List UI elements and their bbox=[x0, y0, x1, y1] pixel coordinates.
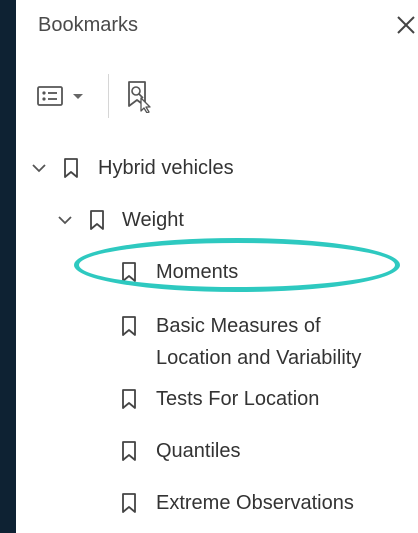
bookmark-item-weight[interactable]: Weight bbox=[54, 202, 184, 238]
bookmark-label: Moments bbox=[156, 260, 239, 283]
bookmark-item-extreme-observations[interactable]: Extreme Observations bbox=[120, 485, 354, 521]
bookmark-icon bbox=[90, 210, 104, 230]
bookmark-label-line-1: Basic Measures of bbox=[156, 315, 321, 337]
bookmark-item-basic-measures[interactable]: Basic Measures of Location and Variabili… bbox=[120, 310, 361, 374]
list-options-icon bbox=[37, 86, 63, 106]
bookmark-icon bbox=[122, 389, 136, 409]
chevron-down-icon[interactable] bbox=[54, 209, 76, 231]
find-bookmark-icon bbox=[128, 81, 151, 113]
bookmark-options-button[interactable] bbox=[36, 78, 98, 114]
bookmark-item-tests-for-location[interactable]: Tests For Location bbox=[120, 381, 319, 417]
bookmarks-panel: Bookmarks Hybrid vehicles Weight Moments… bbox=[16, 0, 418, 533]
bookmark-label: Quantiles bbox=[156, 439, 241, 462]
bookmark-label-line-2: Location and Variability bbox=[156, 347, 362, 369]
bookmark-label: Hybrid vehicles bbox=[98, 156, 234, 179]
bookmark-icon bbox=[64, 158, 78, 178]
bookmark-label: Weight bbox=[122, 208, 184, 231]
find-bookmark-button[interactable] bbox=[124, 78, 160, 114]
close-icon bbox=[397, 16, 415, 34]
bookmark-label: Tests For Location bbox=[156, 387, 320, 410]
caret-down-icon bbox=[73, 94, 83, 99]
bookmark-icon bbox=[122, 441, 136, 461]
toolbar-divider bbox=[108, 74, 109, 118]
bookmark-label: Basic Measures of Location and Variabili… bbox=[156, 310, 361, 374]
panel-title: Bookmarks bbox=[38, 14, 139, 36]
bookmark-item-quantiles[interactable]: Quantiles bbox=[120, 433, 241, 469]
bookmark-icon bbox=[122, 493, 136, 513]
bookmark-item-moments[interactable]: Moments bbox=[120, 254, 238, 290]
bookmark-label: Extreme Observations bbox=[156, 491, 354, 514]
bookmark-icon bbox=[122, 262, 136, 282]
bookmark-icon bbox=[122, 316, 136, 336]
chevron-down-icon[interactable] bbox=[28, 157, 50, 179]
bookmark-item-hybrid-vehicles[interactable]: Hybrid vehicles bbox=[28, 150, 234, 186]
close-button[interactable] bbox=[392, 10, 418, 38]
